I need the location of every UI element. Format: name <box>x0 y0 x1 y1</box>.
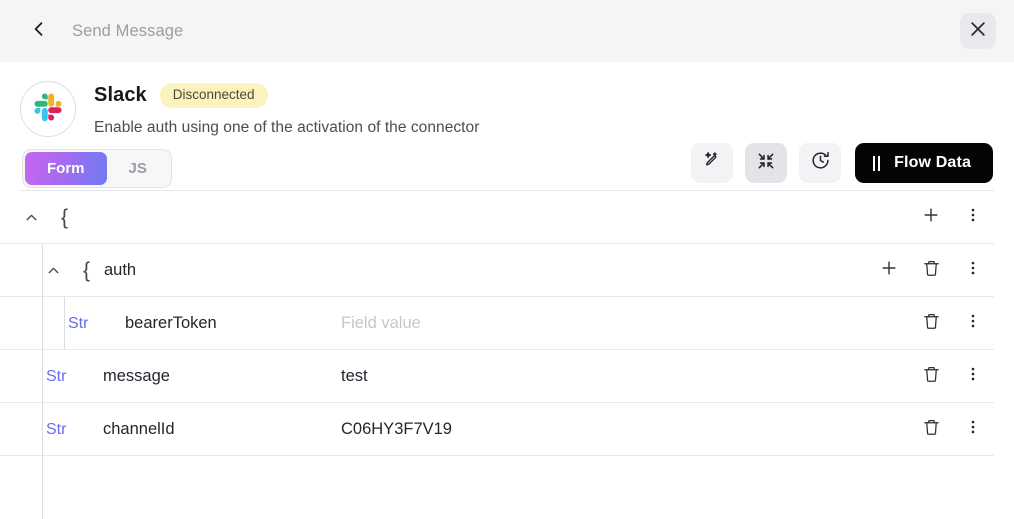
row-type-tag: Str <box>46 420 67 438</box>
action-spacer <box>868 307 910 341</box>
connector-name: Slack <box>94 83 147 106</box>
trash-icon <box>922 365 941 389</box>
table-row[interactable]: { auth <box>0 244 1014 297</box>
trash-icon <box>922 312 941 336</box>
row-actions <box>868 360 994 394</box>
history-icon <box>810 150 831 176</box>
row-menu-button[interactable] <box>952 413 994 447</box>
row-key[interactable]: bearerToken <box>125 314 341 333</box>
collapse-all-button[interactable] <box>745 143 788 183</box>
kebab-menu-icon <box>964 259 982 282</box>
delete-row-button[interactable] <box>910 307 952 341</box>
action-spacer <box>868 413 910 447</box>
row-type-tag: Str <box>46 367 67 385</box>
collapse-all-icon <box>756 151 776 176</box>
row-menu-button[interactable] <box>952 254 994 288</box>
row-actions <box>868 307 994 341</box>
table-row[interactable]: { <box>0 191 1014 244</box>
row-brace: { <box>61 206 69 229</box>
pause-icon <box>873 155 881 171</box>
trash-icon <box>922 418 941 442</box>
row-value[interactable]: Field value <box>341 314 868 333</box>
connector-avatar <box>20 81 76 137</box>
row-menu-button[interactable] <box>952 360 994 394</box>
row-value[interactable]: test <box>341 367 868 386</box>
json-tree-editor: {{auth Str bearerToken Field value Str… <box>0 190 1014 519</box>
row-type-tag: Str <box>68 314 89 332</box>
delete-row-button[interactable] <box>910 360 952 394</box>
row-key[interactable]: auth <box>104 261 342 280</box>
kebab-menu-icon <box>964 418 982 441</box>
kebab-menu-icon <box>964 365 982 388</box>
row-brace: { <box>83 259 91 282</box>
row-key[interactable]: message <box>103 367 341 386</box>
row-divider <box>0 455 994 456</box>
dialog-title: Send Message <box>72 21 184 40</box>
connector-description: Enable auth using one of the activation … <box>94 118 480 136</box>
action-spacer <box>868 360 910 394</box>
row-collapse-toggle[interactable] <box>42 260 64 282</box>
mode-toggle: Form JS <box>22 149 172 189</box>
row-menu-button[interactable] <box>952 307 994 341</box>
trash-icon <box>922 259 941 283</box>
add-field-button[interactable] <box>868 254 910 288</box>
magic-wand-button[interactable] <box>691 143 734 183</box>
plus-icon <box>921 205 941 230</box>
back-button[interactable] <box>22 14 56 48</box>
dialog-topbar: Send Message <box>0 0 1014 62</box>
kebab-menu-icon <box>964 312 982 335</box>
row-collapse-toggle[interactable] <box>20 207 42 229</box>
row-actions <box>868 254 994 288</box>
magic-wand-icon <box>702 150 723 176</box>
tab-form[interactable]: Form <box>25 152 107 186</box>
slack-logo-icon <box>33 92 63 127</box>
status-badge: Disconnected <box>159 83 268 108</box>
flow-data-label: Flow Data <box>894 154 971 171</box>
chevron-left-icon <box>29 19 49 44</box>
row-actions <box>910 201 994 235</box>
row-value[interactable]: C06HY3F7V19 <box>341 420 868 439</box>
flow-data-button[interactable]: Flow Data <box>855 143 993 183</box>
row-menu-button[interactable] <box>952 201 994 235</box>
tab-js[interactable]: JS <box>107 152 169 185</box>
table-row[interactable]: Str channelId C06HY3F7V19 <box>0 403 1014 456</box>
history-button[interactable] <box>799 143 842 183</box>
delete-row-button[interactable] <box>910 254 952 288</box>
plus-icon <box>879 258 899 283</box>
delete-row-button[interactable] <box>910 413 952 447</box>
kebab-menu-icon <box>964 206 982 229</box>
row-actions <box>868 413 994 447</box>
row-key[interactable]: channelId <box>103 420 341 439</box>
close-icon <box>968 19 988 44</box>
table-row[interactable]: Str bearerToken Field value <box>0 297 1014 350</box>
editor-toolbar: Flow Data <box>691 143 993 183</box>
add-field-button[interactable] <box>910 201 952 235</box>
close-button[interactable] <box>960 13 996 49</box>
table-row[interactable]: Str message test <box>0 350 1014 403</box>
